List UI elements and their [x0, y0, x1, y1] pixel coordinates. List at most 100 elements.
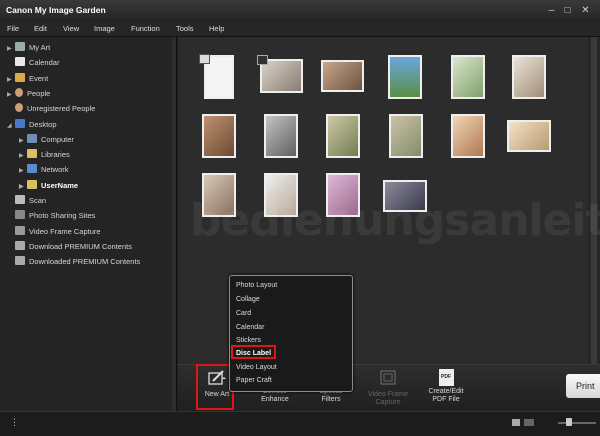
- zoom-slider-handle[interactable]: [566, 418, 572, 426]
- video-frame-capture-icon: [380, 370, 396, 385]
- people-icon: [15, 88, 23, 97]
- app-title: Canon My Image Garden: [6, 5, 106, 15]
- thumbnail[interactable]: [321, 60, 364, 92]
- sidebar-item-label: Photo Sharing Sites: [29, 211, 96, 220]
- sidebar-item-calendar[interactable]: Calendar: [15, 56, 59, 69]
- menu-edit[interactable]: Edit: [34, 24, 47, 33]
- sidebar-item-label: Network: [41, 165, 69, 174]
- expand-arrow-icon[interactable]: ▶: [7, 89, 15, 102]
- sidebar-item-people[interactable]: ▶ People: [7, 87, 50, 100]
- sidebar-item-label: Computer: [41, 135, 74, 144]
- sidebar-scrollbar[interactable]: [172, 37, 176, 411]
- sidebar-item-label: UserName: [41, 181, 79, 190]
- thumbnail-view-icon[interactable]: [512, 419, 520, 426]
- thumbnail[interactable]: [512, 55, 546, 99]
- menu-item-card[interactable]: Card: [236, 308, 251, 320]
- sidebar-item-label: Download PREMIUM Contents: [29, 242, 132, 251]
- sidebar-item-unregistered-people[interactable]: Unregistered People: [15, 102, 95, 115]
- sidebar-item-my-art[interactable]: ▶ My Art: [7, 41, 50, 54]
- sidebar-item-computer[interactable]: ▶ Computer: [19, 133, 74, 146]
- thumbnail[interactable]: [326, 114, 360, 158]
- calendar-icon: [15, 57, 25, 66]
- menu-item-calendar[interactable]: Calendar: [236, 322, 264, 334]
- thumbnail[interactable]: [451, 55, 485, 99]
- sidebar-item-label: My Art: [29, 43, 51, 52]
- sidebar-item-label: Calendar: [29, 58, 60, 67]
- list-view-icon[interactable]: [524, 419, 534, 426]
- sidebar-item-label: Desktop: [29, 120, 57, 129]
- scan-icon: [15, 195, 25, 204]
- info-icon[interactable]: ⋮: [10, 417, 19, 428]
- video-frame-label: Video Frame: [368, 391, 408, 398]
- sidebar-item-label: Downloaded PREMIUM Contents: [29, 257, 141, 266]
- menu-image[interactable]: Image: [94, 24, 115, 33]
- document-badge-icon: [199, 54, 210, 64]
- close-icon[interactable]: ✕: [580, 5, 591, 16]
- photo-sharing-icon: [15, 210, 25, 219]
- thumbnail[interactable]: [507, 120, 551, 152]
- expand-arrow-icon[interactable]: ▶: [7, 74, 15, 87]
- sidebar-item-download-premium[interactable]: Download PREMIUM Contents: [15, 240, 132, 253]
- menu-item-paper-craft[interactable]: Paper Craft: [236, 375, 272, 387]
- print-button[interactable]: Print: [566, 374, 600, 398]
- sidebar: ▶ My Art Calendar ▶ Event ▶ People Unregist…: [0, 37, 177, 411]
- menu-help[interactable]: Help: [209, 24, 224, 33]
- sidebar-item-event[interactable]: ▶ Event: [7, 72, 48, 85]
- menu-item-collage[interactable]: Collage: [236, 294, 260, 306]
- sidebar-item-photo-sharing-sites[interactable]: Photo Sharing Sites: [15, 209, 95, 222]
- create-edit-label: Create/Edit: [428, 388, 464, 395]
- my-art-icon: [15, 42, 25, 51]
- thumbnail[interactable]: [389, 114, 423, 158]
- menu-file[interactable]: File: [7, 24, 19, 33]
- sidebar-item-downloaded-premium[interactable]: Downloaded PREMIUM Contents: [15, 255, 140, 268]
- video-frame-capture-button[interactable]: Video Frame Capture: [364, 369, 412, 407]
- expand-arrow-icon[interactable]: ▶: [19, 181, 27, 194]
- libraries-icon: [27, 149, 37, 158]
- sidebar-item-label: People: [27, 89, 51, 98]
- sidebar-item-video-frame-capture[interactable]: Video Frame Capture: [15, 225, 101, 238]
- create-edit-pdf-button[interactable]: PDF Create/Edit PDF File: [423, 369, 469, 404]
- status-bar: ⋮: [0, 411, 600, 436]
- downloaded-premium-icon: [15, 256, 25, 265]
- zoom-slider[interactable]: [558, 422, 596, 424]
- expand-arrow-icon[interactable]: ▶: [19, 150, 27, 163]
- maximize-icon[interactable]: □: [562, 5, 573, 16]
- thumbnail[interactable]: [264, 114, 298, 158]
- menu-function[interactable]: Function: [131, 24, 160, 33]
- sidebar-item-libraries[interactable]: ▶ Libraries: [19, 148, 70, 161]
- thumbnail[interactable]: [202, 114, 236, 158]
- menu-tools[interactable]: Tools: [176, 24, 194, 33]
- sidebar-item-network[interactable]: ▶ Network: [19, 163, 69, 176]
- collapse-arrow-icon[interactable]: ◢: [7, 120, 15, 133]
- filters-label: Filters: [321, 396, 341, 403]
- thumbnail[interactable]: [451, 114, 485, 158]
- desktop-icon: [15, 119, 25, 128]
- network-icon: [27, 164, 37, 173]
- thumbnail[interactable]: [388, 55, 422, 99]
- minimize-icon[interactable]: –: [546, 5, 557, 16]
- sidebar-item-label: Scan: [29, 196, 47, 205]
- menu-view[interactable]: View: [63, 24, 79, 33]
- disc-label-highlight: [231, 345, 276, 359]
- sidebar-item-label: Unregistered People: [27, 104, 96, 113]
- download-premium-icon: [15, 241, 25, 250]
- enhance-label: Enhance: [261, 396, 289, 403]
- expand-arrow-icon[interactable]: ▶: [19, 135, 27, 148]
- event-icon: [15, 73, 25, 82]
- video-badge-icon: [257, 55, 268, 65]
- title-bar: Canon My Image Garden – □ ✕: [0, 0, 600, 22]
- sidebar-item-scan[interactable]: Scan: [15, 194, 46, 207]
- expand-arrow-icon[interactable]: ▶: [19, 165, 27, 178]
- sidebar-item-desktop[interactable]: ◢ Desktop: [7, 118, 57, 131]
- menu-bar: File Edit View Image Function Tools Help: [0, 22, 600, 37]
- sidebar-item-label: Video Frame Capture: [29, 227, 101, 236]
- menu-item-video-layout[interactable]: Video Layout: [236, 362, 277, 374]
- menu-item-photo-layout[interactable]: Photo Layout: [236, 280, 277, 292]
- sidebar-item-label: Event: [29, 74, 49, 83]
- unregistered-people-icon: [15, 103, 23, 112]
- computer-icon: [27, 134, 37, 143]
- expand-arrow-icon[interactable]: ▶: [7, 43, 15, 56]
- video-frame-capture-icon: [15, 226, 25, 235]
- sidebar-item-username[interactable]: ▶ UserName: [19, 179, 78, 192]
- capture-label: Capture: [375, 399, 401, 406]
